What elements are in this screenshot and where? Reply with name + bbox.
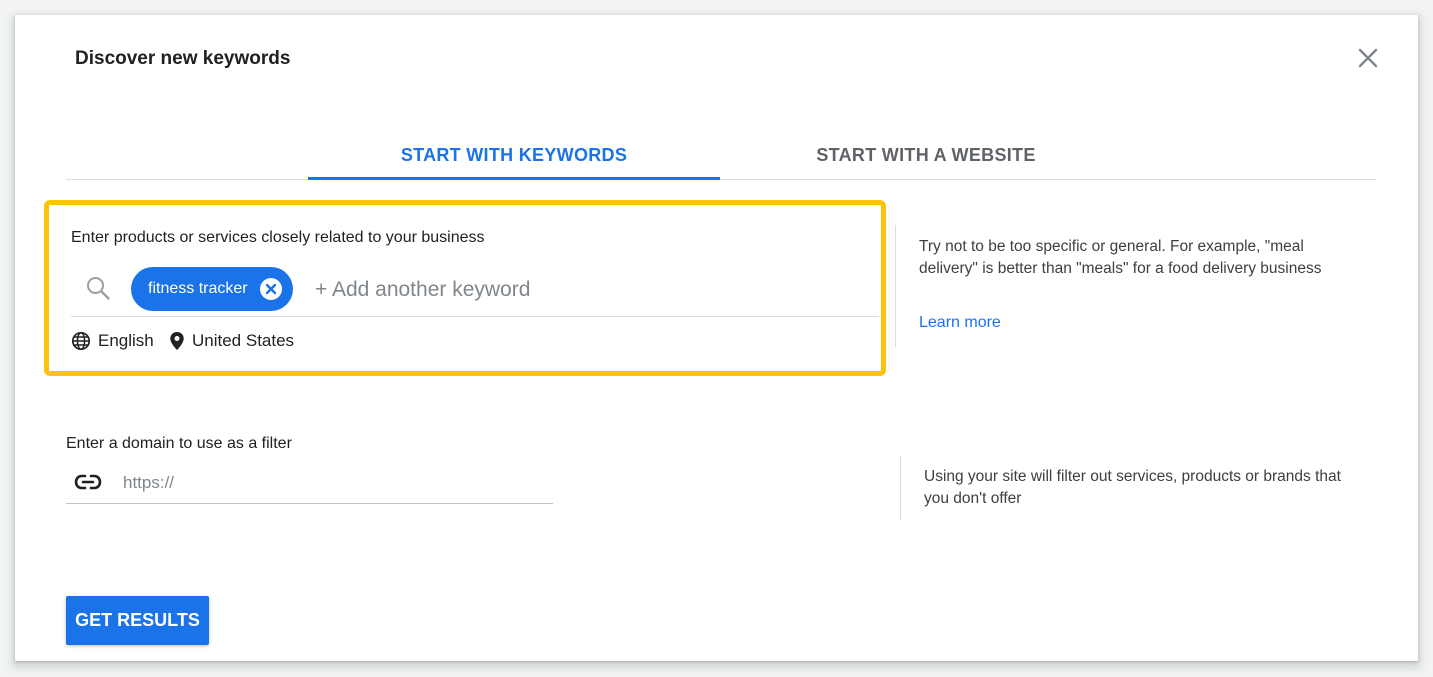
discover-keywords-dialog: Discover new keywords START WITH KEYWORD… bbox=[15, 15, 1418, 661]
keyword-chip[interactable]: fitness tracker bbox=[131, 267, 293, 311]
keyword-input-panel: Enter products or services closely relat… bbox=[44, 200, 886, 376]
keywords-help-divider bbox=[895, 225, 896, 347]
globe-icon bbox=[71, 331, 91, 351]
keywords-field-label: Enter products or services closely relat… bbox=[71, 229, 485, 246]
tab-start-with-a-website[interactable]: START WITH A WEBSITE bbox=[720, 130, 1132, 180]
close-button[interactable] bbox=[1353, 43, 1383, 73]
language-label: English bbox=[98, 331, 154, 350]
keywords-help-text: Try not to be too specific or general. F… bbox=[919, 238, 1322, 277]
get-results-button[interactable]: GET RESULTS bbox=[66, 596, 209, 645]
location-label: United States bbox=[192, 331, 295, 350]
language-selector[interactable]: English bbox=[71, 329, 154, 353]
tab-start-with-keywords[interactable]: START WITH KEYWORDS bbox=[308, 130, 720, 180]
close-icon bbox=[1358, 48, 1378, 68]
link-icon bbox=[74, 474, 102, 490]
domain-field-label: Enter a domain to use as a filter bbox=[66, 435, 292, 452]
domain-input[interactable] bbox=[121, 467, 550, 499]
domain-help-divider bbox=[900, 456, 901, 520]
keyword-chip-label: fitness tracker bbox=[148, 280, 248, 297]
keywords-divider bbox=[71, 316, 879, 317]
learn-more-link[interactable]: Learn more bbox=[919, 314, 1001, 332]
close-circle-icon[interactable] bbox=[259, 277, 283, 301]
domain-help-text: Using your site will filter out services… bbox=[924, 468, 1341, 507]
location-pin-icon bbox=[170, 332, 184, 350]
dialog-title: Discover new keywords bbox=[75, 48, 291, 69]
active-tab-indicator bbox=[308, 177, 720, 180]
domain-input-underline bbox=[66, 503, 553, 504]
search-icon bbox=[87, 277, 110, 300]
location-selector[interactable]: United States bbox=[169, 329, 294, 353]
add-keyword-input[interactable] bbox=[313, 269, 817, 311]
